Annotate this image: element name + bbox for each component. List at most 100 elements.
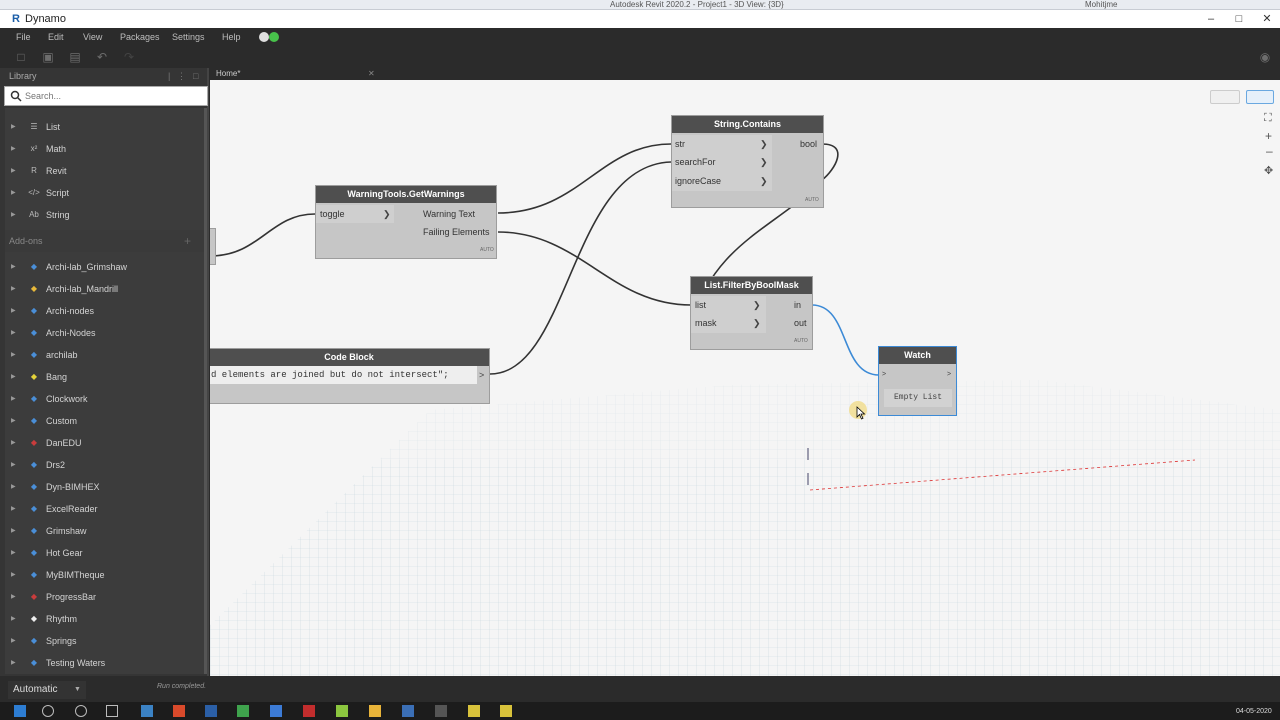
redo-icon[interactable]: ↷ bbox=[122, 50, 136, 64]
port-str[interactable]: str bbox=[675, 135, 685, 153]
expand-arrow-icon[interactable]: ▶ bbox=[11, 432, 16, 454]
zoom-in-icon[interactable]: + bbox=[1265, 129, 1272, 143]
maximize-button[interactable]: □ bbox=[1224, 10, 1254, 28]
revit-taskbar-icon[interactable] bbox=[205, 705, 217, 717]
menu-packages[interactable]: Packages bbox=[120, 28, 160, 46]
library-addon-item[interactable]: ▶ ◆ DanEDU bbox=[5, 432, 205, 454]
app-icon[interactable] bbox=[336, 705, 348, 717]
library-addon-item[interactable]: ▶ ◆ Springs bbox=[5, 630, 205, 652]
wire[interactable] bbox=[489, 161, 672, 375]
zoom-fit-icon[interactable]: ⛶ bbox=[1264, 112, 1272, 125]
zoom-out-icon[interactable]: – bbox=[1266, 144, 1273, 158]
library-filter-icon[interactable]: ⋮ bbox=[177, 68, 186, 84]
wire-highlighted[interactable] bbox=[811, 304, 880, 376]
calculator-icon[interactable] bbox=[141, 705, 153, 717]
expand-arrow-icon[interactable]: ▶ bbox=[11, 454, 16, 476]
port-list[interactable]: list bbox=[695, 296, 706, 314]
search-taskbar-icon[interactable] bbox=[42, 705, 54, 717]
port-warning-text[interactable]: Warning Text bbox=[423, 205, 475, 223]
expand-arrow-icon[interactable]: ▶ bbox=[11, 322, 16, 344]
save-icon[interactable]: ▤ bbox=[68, 50, 82, 64]
app-icon[interactable] bbox=[468, 705, 480, 717]
start-icon[interactable] bbox=[14, 705, 26, 717]
expand-arrow-icon[interactable]: ▶ bbox=[11, 652, 16, 674]
minimize-button[interactable]: – bbox=[1196, 10, 1226, 28]
library-addon-item[interactable]: ▶ ◆ Hot Gear bbox=[5, 542, 205, 564]
port-bool[interactable]: bool bbox=[800, 135, 817, 153]
library-addon-item[interactable]: ▶ ◆ ExcelReader bbox=[5, 498, 205, 520]
library-category-list[interactable]: ▶ ☰ List bbox=[5, 116, 205, 138]
camera-icon[interactable]: ◉ bbox=[1258, 50, 1272, 64]
expand-arrow-icon[interactable]: ▶ bbox=[11, 160, 16, 182]
library-addon-item[interactable]: ▶ ◆ Custom bbox=[5, 410, 205, 432]
notification-icon[interactable] bbox=[259, 32, 269, 42]
open-file-icon[interactable]: ▣ bbox=[41, 50, 55, 64]
menu-view[interactable]: View bbox=[83, 28, 102, 46]
tab-close-icon[interactable]: ✕ bbox=[368, 68, 375, 80]
expand-arrow-icon[interactable]: ▶ bbox=[11, 564, 16, 586]
expand-arrow-icon[interactable]: ▶ bbox=[11, 608, 16, 630]
expand-arrow-icon[interactable]: ▶ bbox=[11, 138, 16, 160]
library-addon-item[interactable]: ▶ ◆ Clockwork bbox=[5, 388, 205, 410]
expand-arrow-icon[interactable]: ▶ bbox=[11, 204, 16, 226]
search-input[interactable] bbox=[25, 88, 205, 104]
node-list-filterbyboolmask[interactable]: List.FilterByBoolMask list mask ❯ ❯ in o… bbox=[690, 276, 813, 350]
code-editor[interactable]: d elements are joined but do not interse… bbox=[210, 366, 477, 384]
expand-arrow-icon[interactable]: ▶ bbox=[11, 344, 16, 366]
port-searchfor[interactable]: searchFor bbox=[675, 153, 716, 171]
run-mode-dropdown[interactable]: Automatic ▼ bbox=[8, 681, 86, 699]
powerpoint-icon[interactable] bbox=[173, 705, 185, 717]
library-addon-item[interactable]: ▶ ◆ Drs2 bbox=[5, 454, 205, 476]
graph-view-toggle-icon[interactable] bbox=[1246, 90, 1274, 104]
library-category-string[interactable]: ▶ Ab String bbox=[5, 204, 205, 226]
library-addon-item[interactable]: ▶ ◆ Bang bbox=[5, 366, 205, 388]
expand-arrow-icon[interactable]: ▶ bbox=[11, 630, 16, 652]
port-toggle[interactable]: toggle bbox=[320, 205, 345, 223]
library-addon-item[interactable]: ▶ ◆ Archi-lab_Mandrill bbox=[5, 278, 205, 300]
library-addon-item[interactable]: ▶ ◆ Archi-lab_Grimshaw bbox=[5, 256, 205, 278]
new-file-icon[interactable]: □ bbox=[14, 50, 28, 64]
wire[interactable] bbox=[497, 231, 692, 306]
expand-arrow-icon[interactable]: ▶ bbox=[11, 410, 16, 432]
expand-arrow-icon[interactable]: ▶ bbox=[11, 520, 16, 542]
library-addon-item[interactable]: ▶ ◆ Archi-nodes bbox=[5, 300, 205, 322]
menu-file[interactable]: File bbox=[16, 28, 31, 46]
library-scrollbar[interactable] bbox=[204, 108, 207, 674]
port-out[interactable]: out bbox=[794, 314, 807, 332]
tab-home[interactable]: Home* ✕ bbox=[214, 68, 384, 80]
menu-edit[interactable]: Edit bbox=[48, 28, 64, 46]
cortana-icon[interactable] bbox=[75, 705, 87, 717]
menu-settings[interactable]: Settings bbox=[172, 28, 205, 46]
acrobat-icon[interactable] bbox=[303, 705, 315, 717]
node-code-block[interactable]: Code Block d elements are joined but do … bbox=[210, 348, 490, 404]
port-output-icon[interactable]: > bbox=[947, 366, 951, 384]
library-pin-icon[interactable]: □ bbox=[193, 68, 198, 84]
library-addon-item[interactable]: ▶ ◆ Testing Waters bbox=[5, 652, 205, 674]
expand-arrow-icon[interactable]: ▶ bbox=[11, 278, 16, 300]
wire[interactable] bbox=[210, 213, 316, 257]
outlook-icon[interactable] bbox=[270, 705, 282, 717]
expand-arrow-icon[interactable]: ▶ bbox=[11, 182, 16, 204]
menu-help[interactable]: Help bbox=[222, 28, 241, 46]
port-failing-elements[interactable]: Failing Elements bbox=[423, 223, 490, 241]
geometry-view-toggle-icon[interactable] bbox=[1210, 90, 1240, 104]
expand-arrow-icon[interactable]: ▶ bbox=[11, 476, 16, 498]
expand-arrow-icon[interactable]: ▶ bbox=[11, 586, 16, 608]
wire[interactable] bbox=[497, 143, 672, 214]
close-button[interactable]: ✕ bbox=[1252, 10, 1280, 28]
chrome-icon[interactable] bbox=[369, 705, 381, 717]
library-search[interactable] bbox=[4, 86, 208, 106]
pan-icon[interactable]: ✥ bbox=[1264, 164, 1273, 177]
port-mask[interactable]: mask bbox=[695, 314, 717, 332]
app-icon[interactable] bbox=[402, 705, 414, 717]
port-arrow-icon[interactable]: > bbox=[479, 366, 484, 384]
library-addon-item[interactable]: ▶ ◆ archilab bbox=[5, 344, 205, 366]
library-addon-item[interactable]: ▶ ◆ ProgressBar bbox=[5, 586, 205, 608]
expand-arrow-icon[interactable]: ▶ bbox=[11, 498, 16, 520]
node-warningtools-getwarnings[interactable]: WarningTools.GetWarnings toggle ❯ Warnin… bbox=[315, 185, 497, 259]
expand-arrow-icon[interactable]: ▶ bbox=[11, 366, 16, 388]
expand-arrow-icon[interactable]: ▶ bbox=[11, 116, 16, 138]
library-addon-item[interactable]: ▶ ◆ MyBIMTheque bbox=[5, 564, 205, 586]
library-category-math[interactable]: ▶ x² Math bbox=[5, 138, 205, 160]
port-ignorecase[interactable]: ignoreCase bbox=[675, 172, 721, 190]
